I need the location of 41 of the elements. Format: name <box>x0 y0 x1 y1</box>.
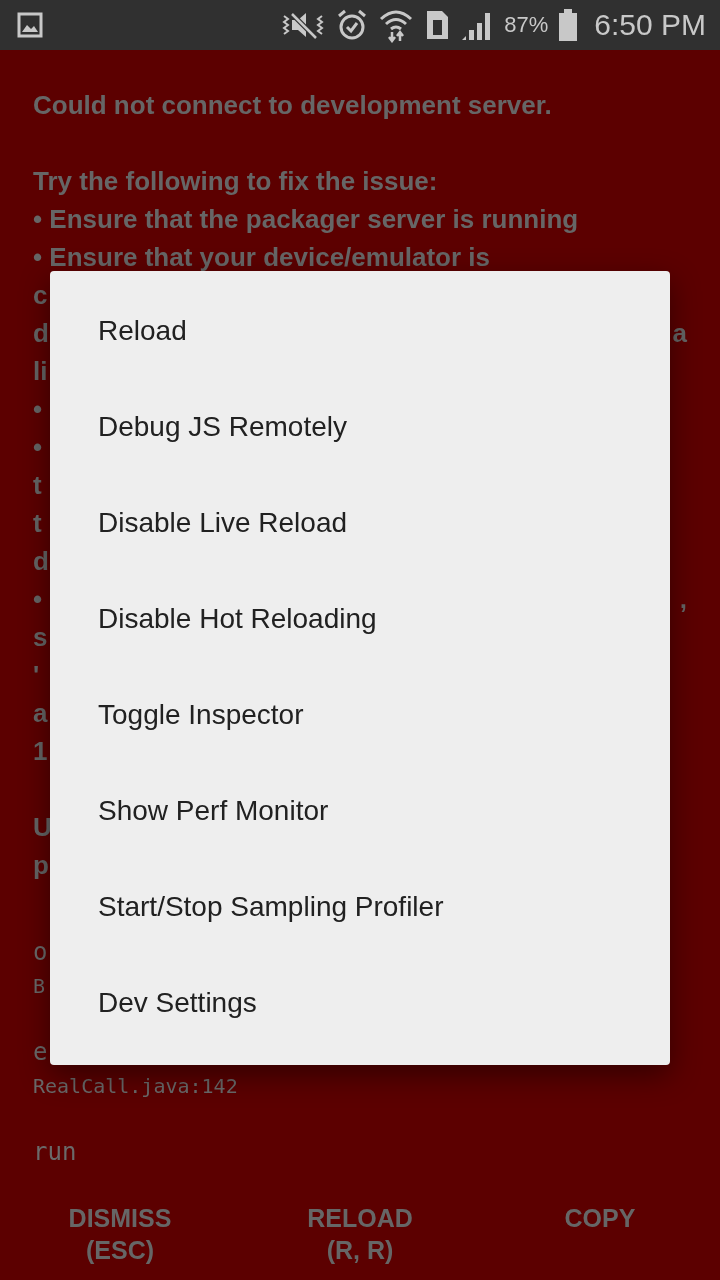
menu-item[interactable]: Start/Stop Sampling Profiler <box>50 859 670 955</box>
error-text: • <box>33 431 43 464</box>
error-text: • Ensure that the packager server is running <box>33 203 579 236</box>
clock-time: 6:50 PM <box>594 8 706 42</box>
stack-method: e <box>33 1037 49 1068</box>
menu-item[interactable]: Toggle Inspector <box>50 667 670 763</box>
error-text: a <box>672 317 687 350</box>
stack-location: RealCall.java:142 <box>33 1073 239 1100</box>
error-text: li <box>33 355 48 388</box>
error-text: ' <box>33 659 40 692</box>
stack-location: B <box>33 973 47 1000</box>
menu-item[interactable]: Reload <box>50 283 670 379</box>
error-text: p <box>33 849 49 882</box>
error-text: • <box>33 393 43 426</box>
stack-method: o <box>33 937 49 968</box>
error-text: c <box>33 279 48 312</box>
picture-icon <box>16 11 44 39</box>
error-text: 1 <box>33 735 48 768</box>
error-text: d <box>33 545 49 578</box>
menu-item[interactable]: Disable Live Reload <box>50 475 670 571</box>
error-text: t <box>33 469 42 502</box>
error-text: U <box>33 811 52 844</box>
wifi-icon <box>378 7 415 43</box>
menu-item[interactable]: Disable Hot Reloading <box>50 571 670 667</box>
alarm-clock-icon <box>336 8 369 42</box>
error-text: , <box>679 583 687 616</box>
battery-percent: 87% <box>504 12 549 38</box>
error-text: d <box>33 317 49 350</box>
menu-item[interactable]: Dev Settings <box>50 955 670 1051</box>
error-text: Try the following to fix the issue: <box>33 165 438 198</box>
error-text: s <box>33 621 48 654</box>
error-text: t <box>33 507 42 540</box>
error-text: a <box>33 697 48 730</box>
error-text: Could not connect to development server. <box>33 89 552 122</box>
error-text: • Ensure that your device/emulator is <box>33 241 491 274</box>
sim-card-icon <box>424 8 451 42</box>
battery-icon <box>558 8 579 42</box>
error-text: • <box>33 583 43 616</box>
menu-item[interactable]: Show Perf Monitor <box>50 763 670 859</box>
menu-item[interactable]: Debug JS Remotely <box>50 379 670 475</box>
stack-method: run <box>33 1137 78 1168</box>
